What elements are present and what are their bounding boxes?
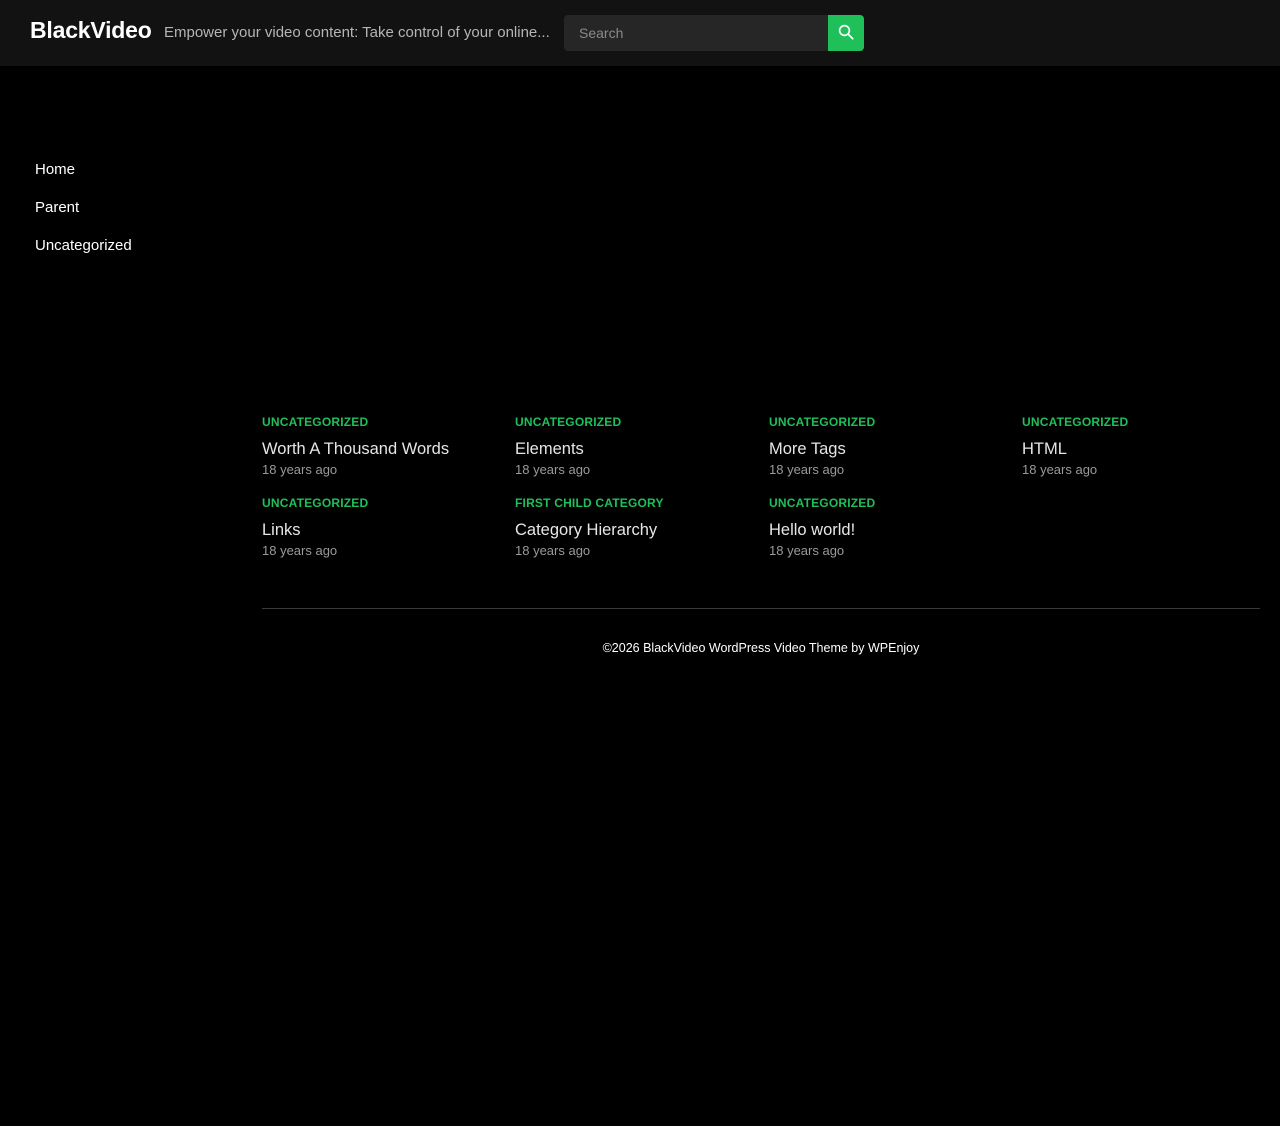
post-card: Uncategorized Links 18 years ago	[262, 495, 502, 560]
post-date: 18 years ago	[515, 462, 591, 477]
search-icon	[837, 23, 855, 44]
post-category-link[interactable]: Uncategorized	[262, 495, 502, 511]
post-date: 18 years ago	[262, 462, 338, 477]
sidebar-item-home[interactable]: Home	[35, 160, 132, 198]
post-date: 18 years ago	[769, 543, 845, 558]
post-category-link[interactable]: Uncategorized	[769, 495, 1009, 511]
search-form	[564, 15, 864, 51]
sidebar-item-uncategorized[interactable]: Uncategorized	[35, 236, 132, 274]
post-card: Uncategorized Elements 18 years ago	[515, 414, 755, 479]
post-title-link[interactable]: Worth A Thousand Words	[262, 438, 502, 460]
post-title-link[interactable]: Links	[262, 519, 502, 541]
sidebar-item-parent[interactable]: Parent	[35, 198, 132, 236]
post-card: Uncategorized Worth A Thousand Words 18 …	[262, 414, 502, 479]
post-title-link[interactable]: Elements	[515, 438, 755, 460]
post-category-link[interactable]: Uncategorized	[515, 414, 755, 430]
post-card: First Child Category Category Hierarchy …	[515, 495, 755, 560]
search-input[interactable]	[564, 15, 828, 51]
post-category-link[interactable]: Uncategorized	[1022, 414, 1262, 430]
footer-divider	[262, 608, 1260, 609]
post-date: 18 years ago	[515, 543, 591, 558]
post-card: Uncategorized More Tags 18 years ago	[769, 414, 1009, 479]
post-title-link[interactable]: HTML	[1022, 438, 1262, 460]
site-tagline: Empower your video content: Take control…	[164, 24, 550, 41]
post-title-link[interactable]: Category Hierarchy	[515, 519, 755, 541]
post-date: 18 years ago	[769, 462, 845, 477]
post-card: Uncategorized Hello world! 18 years ago	[769, 495, 1009, 560]
post-title-link[interactable]: Hello world!	[769, 519, 1009, 541]
post-category-link[interactable]: Uncategorized	[262, 414, 502, 430]
site-header: BlackVideo Empower your video content: T…	[0, 0, 1280, 66]
post-title-link[interactable]: More Tags	[769, 438, 1009, 460]
site-footer: ©2026 BlackVideo WordPress Video Theme b…	[262, 641, 1260, 655]
post-category-link[interactable]: First Child Category	[515, 495, 755, 511]
post-card: Uncategorized HTML 18 years ago	[1022, 414, 1262, 479]
post-date: 18 years ago	[262, 543, 338, 558]
post-date: 18 years ago	[1022, 462, 1098, 477]
search-button[interactable]	[828, 15, 864, 51]
site-logo[interactable]: BlackVideo	[30, 17, 152, 44]
sidebar-nav: Home Parent Uncategorized	[35, 160, 132, 274]
footer-copyright: ©2026 BlackVideo WordPress Video Theme b…	[602, 641, 920, 655]
post-category-link[interactable]: Uncategorized	[769, 414, 1009, 430]
